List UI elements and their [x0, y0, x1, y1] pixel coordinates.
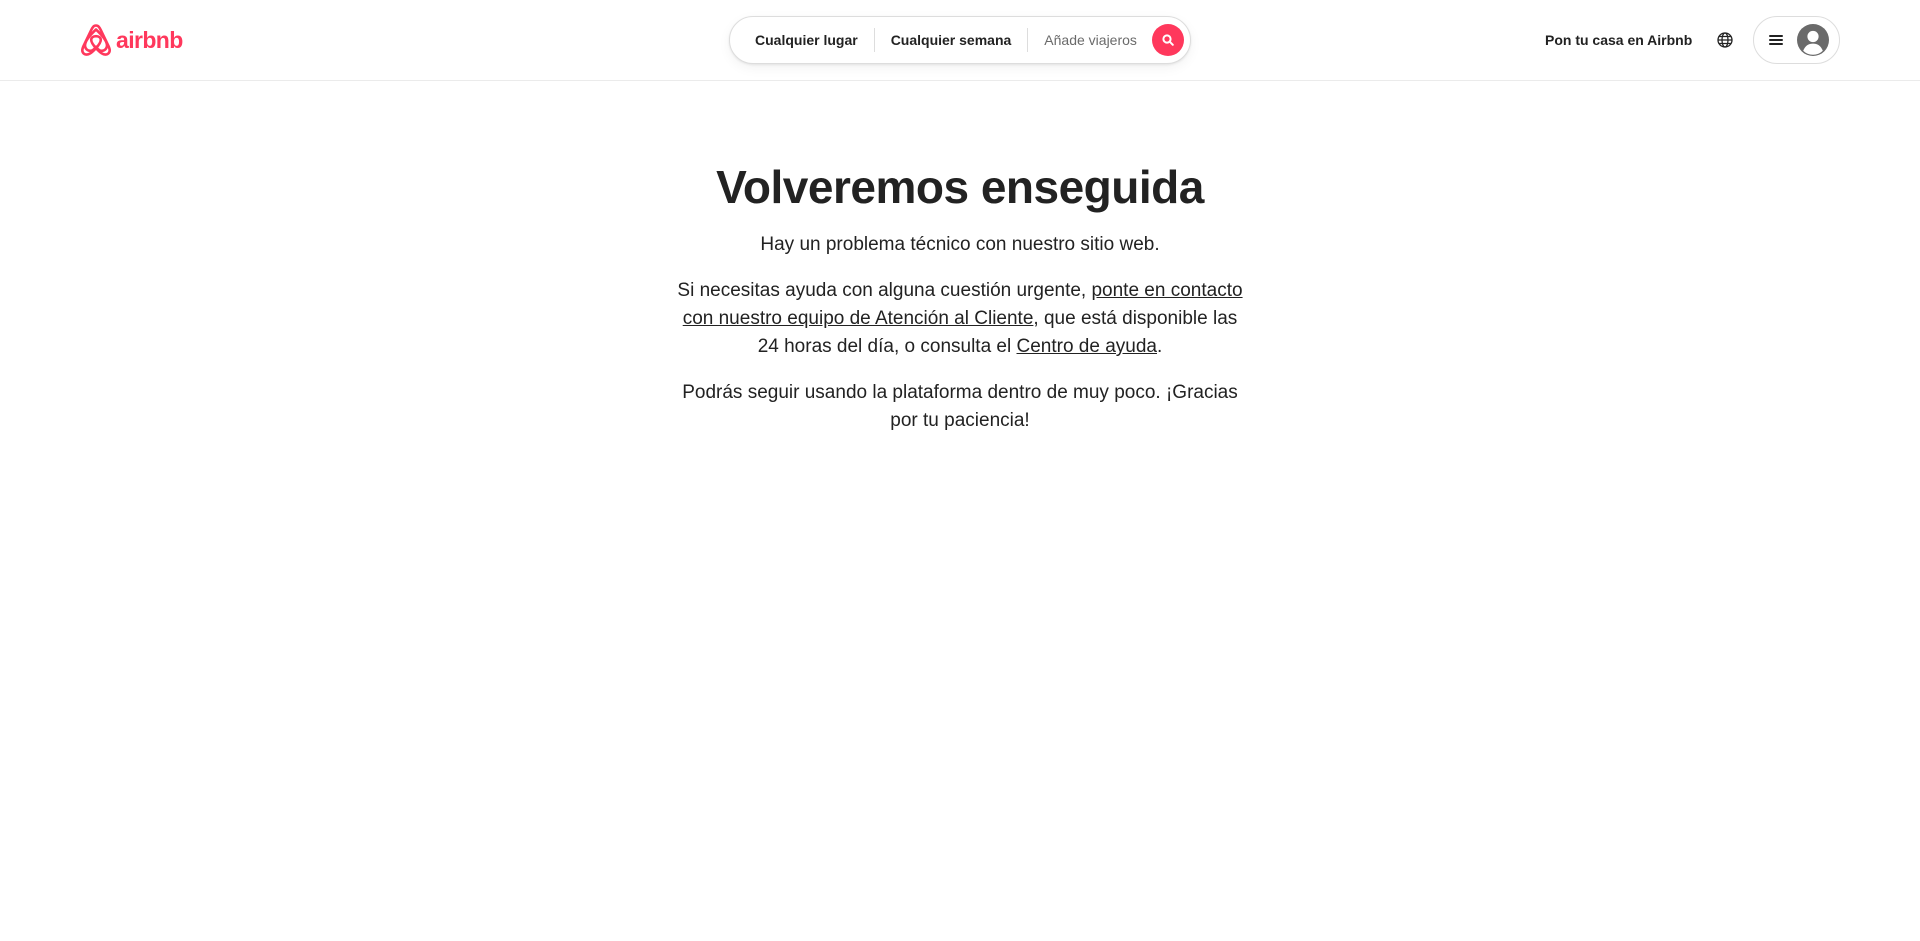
hamburger-menu-icon — [1769, 35, 1783, 45]
help-center-link[interactable]: Centro de ayuda — [1017, 336, 1158, 357]
search-submit-button[interactable] — [1151, 24, 1184, 56]
problem-text: Hay un problema técnico con nuestro siti… — [760, 234, 1160, 255]
help-text-intro: Si necesitas ayuda con alguna cuestión u… — [677, 280, 1092, 301]
search-icon — [1162, 34, 1174, 46]
patience-text: Podrás seguir usando la plataforma dentr… — [682, 382, 1238, 431]
airbnb-logo-link[interactable]: airbnb — [80, 23, 183, 57]
search-where-button[interactable]: Cualquier lugar — [730, 33, 874, 47]
help-text-end: . — [1157, 336, 1163, 357]
maintenance-message: Volveremos enseguida Hay un problema téc… — [0, 81, 1920, 435]
user-menu-button[interactable] — [1753, 16, 1840, 64]
language-button[interactable] — [1705, 20, 1745, 60]
become-host-link[interactable]: Pon tu casa en Airbnb — [1533, 16, 1704, 64]
help-text: Si necesitas ayuda con alguna cuestión u… — [670, 277, 1250, 361]
airbnb-logo-icon — [80, 23, 112, 57]
logo-wordmark: airbnb — [116, 26, 183, 53]
search-when-button[interactable]: Cualquier semana — [875, 33, 1028, 47]
top-navigation-bar: airbnb Cualquier lugar Cualquier semana … — [0, 0, 1920, 81]
user-avatar-icon — [1797, 24, 1829, 56]
globe-icon — [1717, 32, 1733, 48]
search-bar[interactable]: Cualquier lugar Cualquier semana Añade v… — [729, 16, 1191, 64]
search-guests-button[interactable]: Añade viajeros — [1028, 33, 1152, 47]
page-title: Volveremos enseguida — [716, 161, 1204, 213]
